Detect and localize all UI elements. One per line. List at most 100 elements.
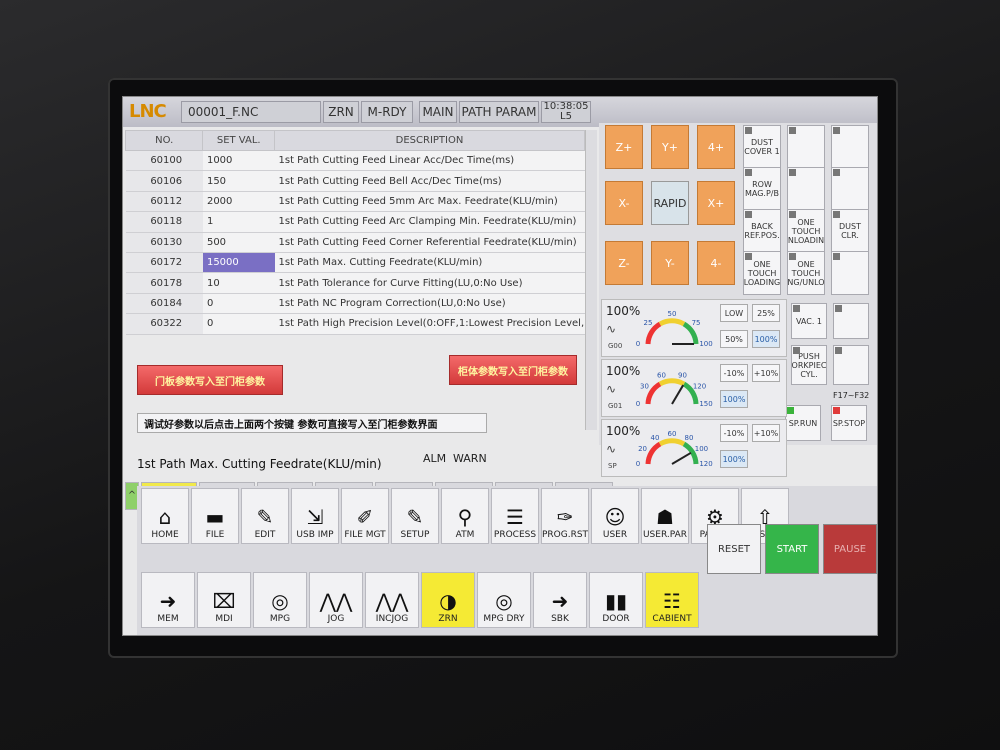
table-row[interactable]: 60130 500 1st Path Cutting Feed Corner Ref… (125, 232, 585, 253)
prog-rst-button[interactable]: ✑ PROG.RST (541, 488, 589, 544)
param-value[interactable]: 2000 (202, 191, 275, 213)
dial-tick-label: 90 (678, 371, 687, 379)
home-button[interactable]: ⌂ HOME (141, 488, 189, 544)
setup-button[interactable]: ✎ SETUP (391, 488, 439, 544)
mdi-button[interactable]: ⌧ MDI (197, 572, 251, 628)
override-btn[interactable]: LOW (720, 304, 748, 322)
jog-y-minus-button[interactable]: Y- (651, 241, 689, 285)
one-touch-nload-button[interactable]: ONE TOUCH NLOADIN (787, 209, 825, 253)
param-description: 1st Path High Precision Level(0:OFF,1:Lo… (274, 313, 585, 335)
jog-z-minus-button[interactable]: Z- (605, 241, 643, 285)
menu-label: MPG DRY (483, 614, 525, 624)
override-g00-panel: 100% ∿ G00 0 25 50 75 100 LOW 25% 50% 100% (601, 299, 787, 357)
edit-button[interactable]: ✎ EDIT (241, 488, 289, 544)
door-button[interactable]: ▮▮ DOOR (589, 572, 643, 628)
empty-button-6[interactable] (833, 303, 869, 339)
jog-x-plus-button[interactable]: X+ (697, 181, 735, 225)
reset-button[interactable]: RESET (707, 524, 761, 574)
alarm-indicator[interactable]: ALM (423, 452, 446, 465)
rapid-button[interactable]: RAPID (651, 181, 689, 225)
override-dial[interactable]: 0 30 60 90 120 150 (602, 360, 720, 418)
dial-tick-label: 60 (657, 371, 666, 379)
override-btn[interactable]: 50% (720, 330, 748, 348)
override-dial[interactable]: 0 20 40 60 80100 120 (602, 420, 720, 478)
table-row[interactable]: 60106 150 1st Path Cutting Feed Bell Acc/D… (125, 170, 585, 192)
jog-button[interactable]: ⋀⋀ JOG (309, 572, 363, 628)
push-workpiece-button[interactable]: PUSH ORKPIEC CYL. (791, 345, 827, 385)
mem-button[interactable]: ➜ MEM (141, 572, 195, 628)
vac-label: VAC. 1 (795, 316, 823, 326)
param-value[interactable]: 15000 (202, 252, 275, 274)
jog-y-plus-button[interactable]: Y+ (651, 125, 689, 169)
param-description: 1st Path Cutting Feed Arc Clamping Min. … (274, 211, 585, 233)
sp-run-button[interactable]: SP.RUN (785, 405, 821, 441)
user-par-button[interactable]: ☗ USER.PAR (641, 488, 689, 544)
mpg-button[interactable]: ◎ MPG (253, 572, 307, 628)
override-btn[interactable]: 25% (752, 304, 780, 322)
table-row[interactable]: 60112 2000 1st Path Cutting Feed 5mm Arc M… (125, 191, 585, 213)
zrn-button[interactable]: ◑ ZRN (421, 572, 475, 628)
override-btn[interactable]: 100% (720, 390, 748, 408)
param-value[interactable]: 0 (202, 293, 275, 315)
usb-imp-button[interactable]: ⇲ USB IMP (291, 488, 339, 544)
table-row[interactable]: 60172 15000 1st Path Max. Cutting Feedrate… (125, 252, 585, 274)
user-button[interactable]: ☺ USER (591, 488, 639, 544)
back-ref-button[interactable]: BACK REF.POS. (743, 209, 781, 253)
empty-button-7[interactable] (833, 345, 869, 385)
file-mgt-button[interactable]: ✐ FILE MGT (341, 488, 389, 544)
one-touch-nload-label: ONE TOUCH NLOADIN (787, 217, 825, 245)
incjog-button[interactable]: ⋀⋀ INCJOG (365, 572, 419, 628)
dust-clr-button[interactable]: DUST CLR. (831, 209, 869, 253)
override-btn[interactable]: +10% (752, 424, 780, 442)
override-btn[interactable]: -10% (720, 364, 748, 382)
menu-panel: ⌂ HOME ▬ FILE ✎ EDIT ⇲ USB IMP ✐ FILE MGT ✎ SETUP ⚲ A… (137, 486, 877, 635)
table-row[interactable]: 60100 1000 1st Path Cutting Feed Linear Ac… (125, 150, 585, 172)
table-row[interactable]: 60322 0 1st Path High Precision Level(0:OF… (125, 313, 585, 335)
warning-indicator[interactable]: WARN (453, 452, 487, 465)
jog-x-minus-button[interactable]: X- (605, 181, 643, 225)
override-btn[interactable]: 100% (752, 330, 780, 348)
empty-button-3[interactable] (787, 167, 825, 211)
override-dial[interactable]: 0 25 50 75 100 (602, 300, 720, 358)
param-value[interactable]: 1000 (202, 150, 275, 172)
param-value[interactable]: 500 (202, 232, 275, 253)
sbk-button[interactable]: ➜ SBK (533, 572, 587, 628)
door-param-write-button[interactable]: 门板参数写入至门柜参数 (137, 365, 283, 395)
cabient-button[interactable]: ☷ CABIENT (645, 572, 699, 628)
jog-4-plus-button[interactable]: 4+ (697, 125, 735, 169)
param-value[interactable]: 10 (202, 272, 275, 294)
empty-button-4[interactable] (831, 167, 869, 211)
param-no: 60100 (125, 150, 203, 172)
process-button[interactable]: ☰ PROCESS (491, 488, 539, 544)
menu-label: JOG (327, 614, 345, 624)
table-row[interactable]: 60178 10 1st Path Tolerance for Curve Fitt… (125, 272, 585, 294)
atm-button[interactable]: ⚲ ATM (441, 488, 489, 544)
one-touch-unlo-button[interactable]: ONE TOUCH NG/UNLO (787, 251, 825, 295)
one-touch-loading-button[interactable]: ONE TOUCH LOADING (743, 251, 781, 295)
empty-button-2[interactable] (831, 125, 869, 169)
dust-cover-button[interactable]: DUST COVER 1 (743, 125, 781, 169)
jog-z-plus-button[interactable]: Z+ (605, 125, 643, 169)
atm-icon: ⚲ (457, 505, 473, 529)
param-value[interactable]: 1 (202, 211, 275, 233)
start-button[interactable]: START (765, 524, 819, 574)
override-btn[interactable]: +10% (752, 364, 780, 382)
table-scrollbar[interactable] (585, 130, 597, 430)
vac-button[interactable]: VAC. 1 (791, 303, 827, 339)
file-button[interactable]: ▬ FILE (191, 488, 239, 544)
table-row[interactable]: 60184 0 1st Path NC Program Correction(LU,… (125, 293, 585, 315)
override-btn[interactable]: -10% (720, 424, 748, 442)
row-mag-button[interactable]: ROW MAG.P/B (743, 167, 781, 211)
override-btn[interactable]: 100% (720, 450, 748, 468)
param-value[interactable]: 150 (202, 170, 275, 192)
cabinet-param-write-button[interactable]: 柜体参数写入至门柜参数 (449, 355, 577, 385)
empty-button-5[interactable] (831, 251, 869, 295)
jog-4-minus-button[interactable]: 4- (697, 241, 735, 285)
pause-button[interactable]: PAUSE (823, 524, 877, 574)
param-value[interactable]: 0 (202, 313, 275, 335)
sp-stop-button[interactable]: SP.STOP (831, 405, 867, 441)
mpg-dry-button[interactable]: ◎ MPG DRY (477, 572, 531, 628)
sp-run-label: SP.RUN (788, 418, 818, 428)
empty-button-1[interactable] (787, 125, 825, 169)
table-row[interactable]: 60118 1 1st Path Cutting Feed Arc Clamping… (125, 211, 585, 233)
